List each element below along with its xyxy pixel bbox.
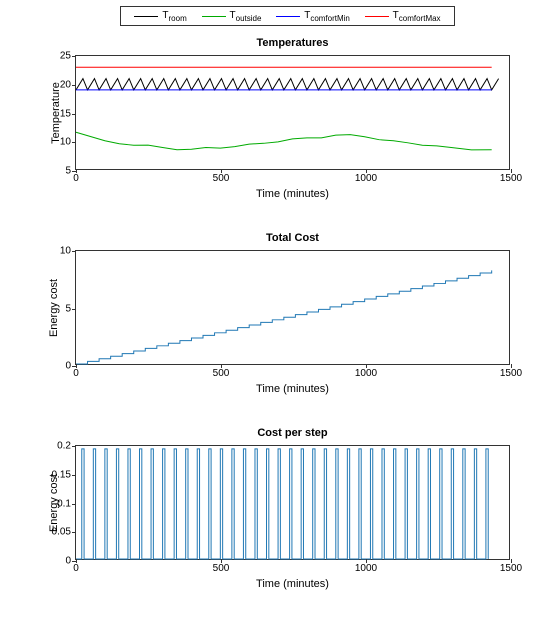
chart-title: Total Cost (75, 232, 510, 244)
legend-swatch (276, 16, 300, 17)
chart-temperatures: Temperatures 510152025050010001500 Tempe… (75, 55, 510, 170)
axes: 0510050010001500 (75, 250, 510, 365)
legend-label: TcomfortMin (304, 10, 350, 23)
legend-label: TcomfortMax (393, 10, 441, 23)
legend-item: TcomfortMax (365, 10, 441, 23)
axes: 00.050.10.150.2050010001500 (75, 445, 510, 560)
y-axis-label: Energy cost (48, 278, 60, 336)
legend-label: Toutside (230, 10, 262, 23)
legend-swatch (134, 16, 158, 17)
legend-item: Toutside (202, 10, 262, 23)
chart-cost-per-step: Cost per step 00.050.10.150.205001000150… (75, 445, 510, 560)
chart-total-cost: Total Cost 0510050010001500 Energy cost … (75, 250, 510, 365)
legend-label: Troom (162, 10, 186, 23)
legend: Troom Toutside TcomfortMin TcomfortMax (120, 6, 455, 26)
plot-area (76, 251, 509, 364)
legend-swatch (202, 16, 226, 17)
legend-item: TcomfortMin (276, 10, 350, 23)
legend-swatch (365, 16, 389, 17)
x-axis-label: Time (minutes) (75, 188, 510, 200)
plot-area (76, 446, 509, 559)
y-axis-label: Energy cost (48, 473, 60, 531)
x-axis-label: Time (minutes) (75, 383, 510, 395)
chart-title: Temperatures (75, 37, 510, 49)
plot-area (76, 56, 509, 169)
x-axis-label: Time (minutes) (75, 578, 510, 590)
chart-title: Cost per step (75, 427, 510, 439)
legend-item: Troom (134, 10, 186, 23)
axes: 510152025050010001500 (75, 55, 510, 170)
y-axis-label: Temperature (50, 82, 62, 144)
